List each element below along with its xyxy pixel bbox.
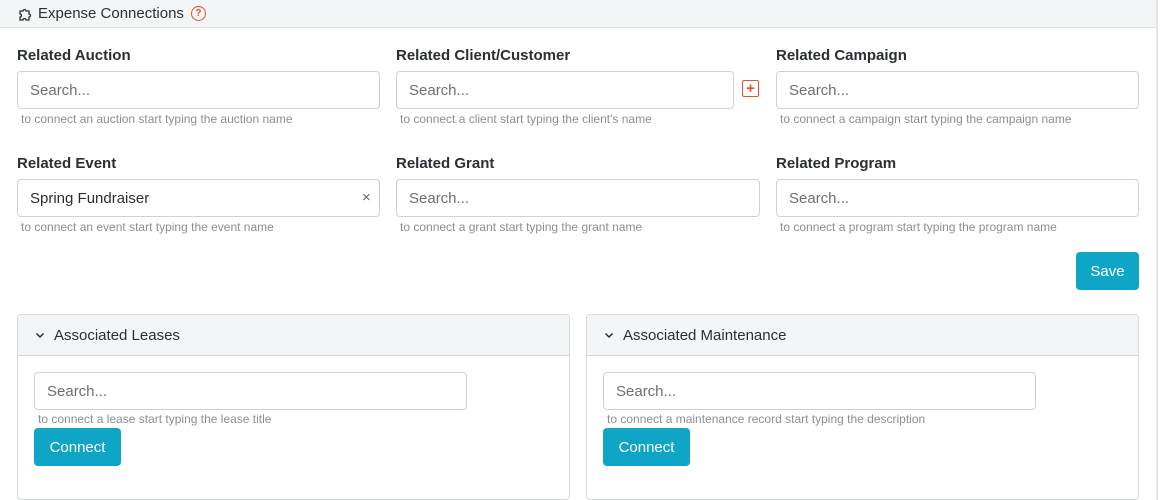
maintenance-search-help: to connect a maintenance record start ty… [607,412,926,426]
associated-leases-panel: Associated Leases to connect a lease sta… [17,314,570,500]
related-program-field: Related Program to connect a program sta… [776,155,1139,245]
related-program-input[interactable] [776,179,1139,217]
related-auction-field: Related Auction to connect an auction st… [17,47,380,137]
section-header: Expense Connections ? [0,0,1156,28]
related-grant-help: to connect a grant start typing the gran… [400,220,643,234]
related-grant-input[interactable] [396,179,760,217]
associated-maintenance-title: Associated Maintenance [623,326,787,344]
related-campaign-help: to connect a campaign start typing the c… [780,112,1072,126]
associated-leases-title: Associated Leases [54,326,180,344]
related-campaign-input[interactable] [776,71,1139,109]
related-program-label: Related Program [776,155,897,172]
scroll-edge [1156,0,1158,500]
chevron-down-icon [34,329,46,341]
related-client-label: Related Client/Customer [396,47,571,64]
related-event-input[interactable] [17,179,380,217]
associated-maintenance-header[interactable]: Associated Maintenance [587,315,1138,356]
clear-event-icon[interactable]: × [362,189,371,206]
related-event-help: to connect an event start typing the eve… [21,220,274,234]
related-auction-input[interactable] [17,71,380,109]
related-grant-field: Related Grant to connect a grant start t… [396,155,760,245]
help-icon[interactable]: ? [190,6,206,21]
related-campaign-label: Related Campaign [776,47,907,64]
related-auction-label: Related Auction [17,47,131,64]
related-client-help: to connect a client start typing the cli… [400,112,652,126]
related-campaign-field: Related Campaign to connect a campaign s… [776,47,1139,137]
related-auction-help: to connect an auction start typing the a… [21,112,293,126]
chevron-down-icon [603,329,615,341]
connect-lease-button[interactable]: Connect [34,428,121,466]
lease-search-help: to connect a lease start typing the leas… [38,412,272,426]
associated-leases-header[interactable]: Associated Leases [18,315,569,356]
maintenance-search-input[interactable] [603,372,1036,410]
associated-maintenance-panel: Associated Maintenance to connect a main… [586,314,1139,500]
puzzle-icon [18,6,34,22]
related-event-field: Related Event × to connect an event star… [17,155,380,245]
lease-search-input[interactable] [34,372,467,410]
page-title: Expense Connections [38,5,184,22]
connect-maintenance-button[interactable]: Connect [603,428,690,466]
related-event-label: Related Event [17,155,117,172]
related-program-help: to connect a program start typing the pr… [780,220,1057,234]
related-client-field: Related Client/Customer + to connect a c… [396,47,762,137]
add-client-icon[interactable]: + [742,80,759,97]
save-button[interactable]: Save [1076,252,1139,290]
related-grant-label: Related Grant [396,155,495,172]
related-client-input[interactable] [396,71,734,109]
